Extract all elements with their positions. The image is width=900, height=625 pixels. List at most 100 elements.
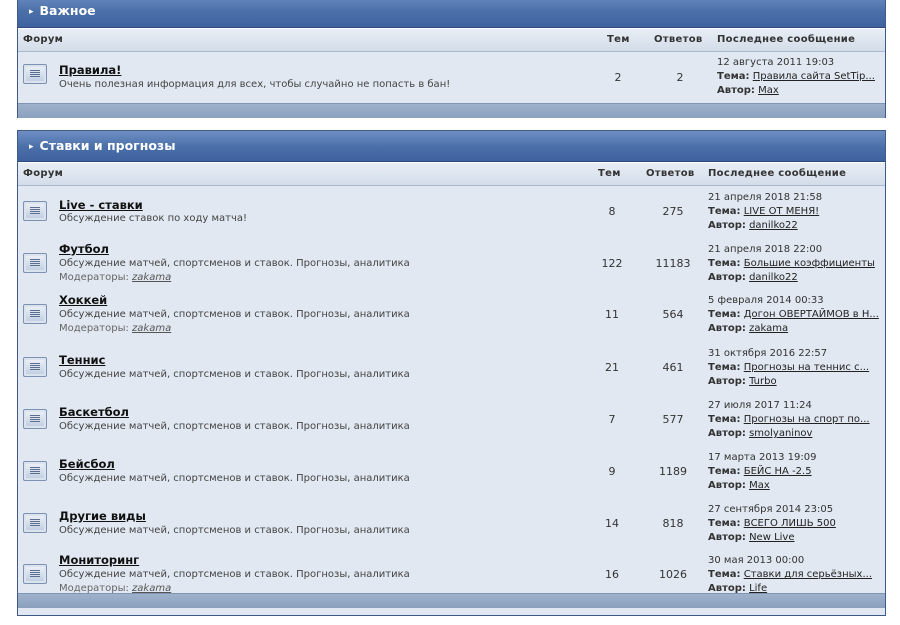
forum-title[interactable]: Другие виды: [59, 509, 146, 523]
last-topic-link[interactable]: Прогнозы на спорт по...: [744, 414, 870, 425]
category-footer: [18, 103, 885, 118]
forum-category-important: ▸ Важное Форум Тем Ответов Последнее сооб…: [17, 0, 886, 118]
last-post: 17 марта 2013 19:09 Тема: БЕЙС НА -2.5 А…: [708, 451, 817, 493]
column-header-row: Форум Тем Ответов Последнее сообщение: [18, 162, 885, 186]
last-author-link[interactable]: smolyaninov: [749, 428, 812, 439]
col-replies: Ответов: [654, 34, 703, 45]
forum-icon: [23, 64, 47, 84]
topics-count: 11: [605, 308, 619, 321]
forum-desc: Обсуждение матчей, спортсменов и ставок.…: [59, 309, 410, 320]
forum-category-bets: ▸ Ставки и прогнозы Форум Тем Ответов Пос…: [17, 130, 886, 616]
topic-label: Тема:: [708, 258, 741, 269]
forum-desc: Обсуждение матчей, спортсменов и ставок.…: [59, 258, 410, 269]
last-author-link[interactable]: New Live: [749, 532, 794, 543]
last-author-link[interactable]: Turbo: [749, 376, 777, 387]
col-last-post: Последнее сообщение: [717, 34, 856, 45]
topic-label: Тема:: [708, 362, 741, 373]
col-last-post: Последнее сообщение: [708, 168, 847, 179]
forum-desc: Обсуждение матчей, спортсменов и ставок.…: [59, 369, 410, 380]
category-title: Важное: [39, 3, 96, 18]
last-author-link[interactable]: zakama: [749, 323, 788, 334]
topics-count: 21: [605, 361, 619, 374]
last-post: 21 апреля 2018 22:00 Тема: Большие коэфф…: [708, 243, 875, 285]
forum-icon: [23, 513, 47, 533]
last-post-date: 21 апреля 2018 21:58: [708, 192, 823, 203]
last-post: 12 августа 2011 19:03 Тема: Правила сайт…: [717, 56, 875, 98]
topics-count: 122: [601, 257, 623, 270]
last-topic-link[interactable]: Ставки для серьёзных...: [744, 569, 872, 580]
forum-desc: Обсуждение матчей, спортсменов и ставок.…: [59, 569, 410, 580]
last-author-link[interactable]: Max: [749, 480, 770, 491]
moderator-link[interactable]: zakama: [132, 323, 171, 334]
topics-count: 16: [605, 568, 619, 581]
forum-list: Live - ставки Обсуждение ставок по ходу …: [18, 186, 885, 596]
forum-title[interactable]: Баскетбол: [59, 405, 129, 419]
last-author-link[interactable]: Life: [749, 583, 767, 594]
topic-label: Тема:: [708, 309, 741, 320]
topic-label: Тема:: [708, 414, 741, 425]
author-label: Автор:: [708, 480, 746, 491]
col-topics: Тем: [607, 34, 630, 45]
last-topic-link[interactable]: LIVE ОТ МЕНЯ!: [744, 206, 819, 217]
replies-count: 2: [676, 71, 684, 84]
author-label: Автор:: [708, 272, 746, 283]
replies-count: 1026: [659, 568, 687, 581]
forum-desc: Обсуждение матчей, спортсменов и ставок.…: [59, 473, 410, 484]
column-header-row: Форум Тем Ответов Последнее сообщение: [18, 28, 885, 52]
forum-title[interactable]: Футбол: [59, 242, 109, 256]
moderator-link[interactable]: zakama: [132, 583, 171, 594]
replies-count: 564: [662, 308, 684, 321]
last-post-date: 27 сентября 2014 23:05: [708, 504, 834, 515]
last-post-date: 12 августа 2011 19:03: [717, 57, 835, 68]
col-replies: Ответов: [646, 168, 695, 179]
last-author-link[interactable]: danilko22: [749, 220, 798, 231]
forum-moderators: Модераторы: zakama: [59, 583, 171, 594]
forum-desc: Очень полезная информация для всех, чтоб…: [59, 79, 451, 90]
author-label: Автор:: [708, 428, 746, 439]
last-post-date: 27 июля 2017 11:24: [708, 400, 812, 411]
forum-title[interactable]: Live - ставки: [59, 198, 143, 212]
category-header[interactable]: ▸ Важное: [18, 0, 885, 28]
category-header[interactable]: ▸ Ставки и прогнозы: [18, 131, 885, 162]
last-post-date: 31 октября 2016 22:57: [708, 348, 828, 359]
col-forum: Форум: [23, 168, 64, 179]
last-author-link[interactable]: Max: [758, 85, 779, 96]
replies-count: 818: [662, 517, 684, 530]
author-label: Автор:: [708, 532, 746, 543]
topic-label: Тема:: [708, 206, 741, 217]
forum-desc: Обсуждение ставок по ходу матча!: [59, 213, 248, 224]
forum-title[interactable]: Правила!: [59, 63, 121, 77]
last-author-link[interactable]: danilko22: [749, 272, 798, 283]
replies-count: 461: [662, 361, 684, 374]
forum-title[interactable]: Теннис: [59, 353, 105, 367]
author-label: Автор:: [717, 85, 755, 96]
forum-desc: Обсуждение матчей, спортсменов и ставок.…: [59, 421, 410, 432]
forum-moderators: Модераторы: zakama: [59, 323, 171, 334]
last-topic-link[interactable]: Догон ОВЕРТАЙМОВ в Н...: [744, 309, 879, 320]
replies-count: 275: [662, 205, 684, 218]
moderator-link[interactable]: zakama: [132, 272, 171, 283]
last-post: 21 апреля 2018 21:58 Тема: LIVE ОТ МЕНЯ!…: [708, 191, 822, 233]
last-post: 27 июля 2017 11:24 Тема: Прогнозы на спо…: [708, 399, 870, 441]
category-title: Ставки и прогнозы: [39, 138, 176, 153]
forum-title[interactable]: Бейсбол: [59, 457, 115, 471]
replies-count: 1189: [659, 465, 687, 478]
forum-icon: [23, 461, 47, 481]
topics-count: 2: [614, 71, 622, 84]
last-topic-link[interactable]: Правила сайта SetTip...: [753, 71, 875, 82]
last-topic-link[interactable]: БЕЙС НА -2.5: [744, 466, 812, 477]
forum-title[interactable]: Мониторинг: [59, 553, 139, 567]
moderators-label: Модераторы:: [59, 583, 129, 594]
last-post: 30 мая 2013 00:00 Тема: Ставки для серьё…: [708, 554, 872, 596]
col-forum: Форум: [23, 34, 64, 45]
topics-count: 7: [608, 413, 616, 426]
author-label: Автор:: [708, 323, 746, 334]
moderators-label: Модераторы:: [59, 272, 129, 283]
topic-label: Тема:: [708, 569, 741, 580]
last-topic-link[interactable]: ВСЕГО ЛИШЬ 500: [744, 518, 836, 529]
forum-icon: [23, 304, 47, 324]
forum-title[interactable]: Хоккей: [59, 293, 107, 307]
last-topic-link[interactable]: Большие коэффициенты: [744, 258, 875, 269]
last-topic-link[interactable]: Прогнозы на теннис с...: [744, 362, 869, 373]
forum-desc: Обсуждение матчей, спортсменов и ставок.…: [59, 525, 410, 536]
